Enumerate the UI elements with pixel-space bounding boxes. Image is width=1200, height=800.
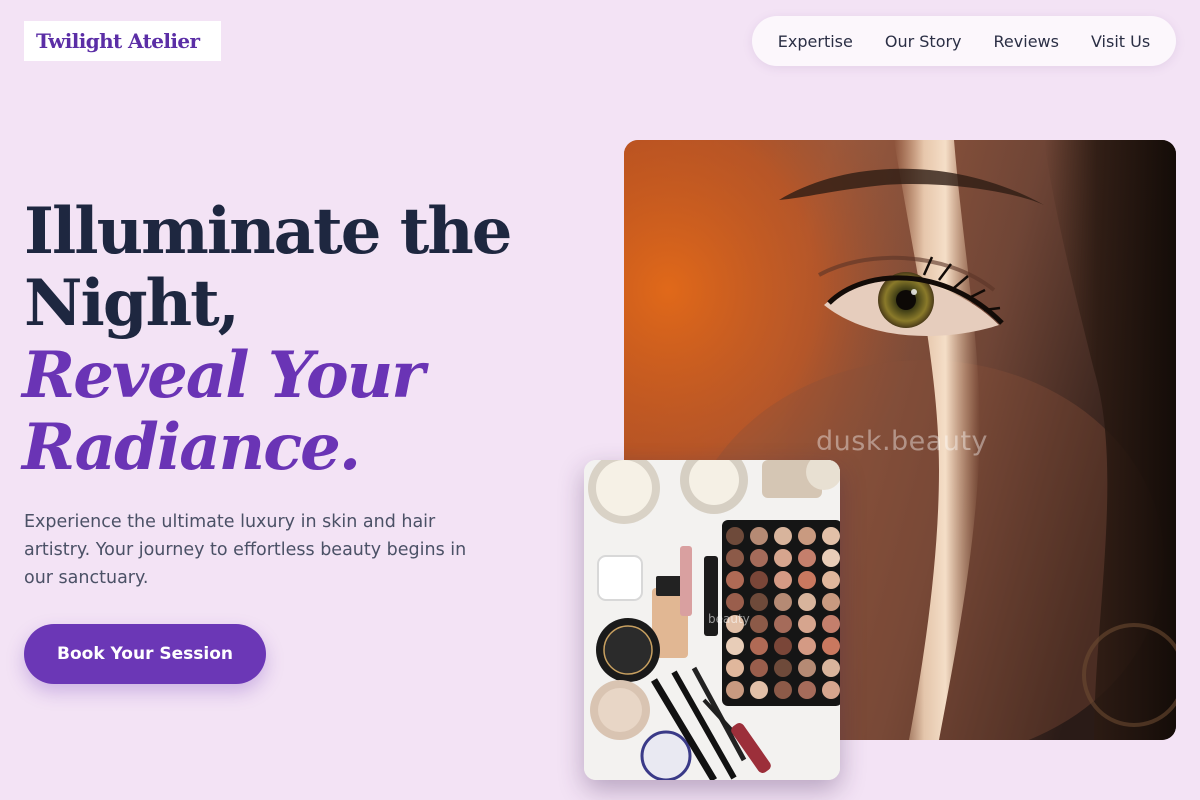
eyeshadow-pan <box>798 659 816 677</box>
brand-logo[interactable]: Twilight Atelier <box>24 21 221 61</box>
eyeshadow-pan <box>822 637 840 655</box>
image-watermark: dusk.beauty <box>816 426 989 457</box>
headline-line-2: Night, <box>24 266 240 341</box>
headline-line-1: Illuminate the <box>24 194 512 269</box>
eyeshadow-pan <box>798 549 816 567</box>
eyeshadow-pan <box>774 571 792 589</box>
eyeshadow-pan <box>822 681 840 699</box>
nav-link-visit-us[interactable]: Visit Us <box>1091 32 1150 51</box>
eyeshadow-pan <box>774 593 792 611</box>
eyeshadow-pan <box>750 593 768 611</box>
eyeshadow-pan <box>798 527 816 545</box>
nav-link-our-story[interactable]: Our Story <box>885 32 962 51</box>
main-nav: Expertise Our Story Reviews Visit Us <box>752 16 1176 66</box>
eyeshadow-pan <box>726 549 744 567</box>
eyeshadow-pan <box>750 637 768 655</box>
eyeshadow-pan <box>726 571 744 589</box>
eyeshadow-pan <box>726 637 744 655</box>
eyeshadow-pan <box>774 681 792 699</box>
eyeshadow-pan <box>822 659 840 677</box>
eyeshadow-pan <box>822 615 840 633</box>
eyeshadow-pan <box>798 637 816 655</box>
eyeshadow-pan <box>798 681 816 699</box>
eyeshadow-pan <box>798 615 816 633</box>
eyeshadow-pan <box>774 659 792 677</box>
headline-accent-line-2: Radiance. <box>22 410 361 485</box>
eyeshadow-pan <box>774 527 792 545</box>
eyeshadow-pan <box>798 593 816 611</box>
eyeshadow-pan <box>750 527 768 545</box>
eyeshadow-pan <box>750 571 768 589</box>
headline-accent-line-1: Reveal Your <box>22 338 425 413</box>
makeup-products-image: beauty <box>584 460 840 780</box>
eyeshadow-pan <box>774 549 792 567</box>
eyeshadow-pan <box>726 681 744 699</box>
hero-subtext: Experience the ultimate luxury in skin a… <box>24 512 467 588</box>
eyeshadow-pan <box>822 527 840 545</box>
image-watermark-small: beauty <box>708 612 750 626</box>
book-session-button[interactable]: Book Your Session <box>24 624 266 684</box>
eyeshadow-pan <box>726 593 744 611</box>
eyeshadow-pan <box>750 681 768 699</box>
eyeshadow-pan <box>774 637 792 655</box>
eyeshadow-pan <box>726 527 744 545</box>
nav-link-reviews[interactable]: Reviews <box>994 32 1059 51</box>
eyeshadow-pan <box>798 571 816 589</box>
eyeshadow-pan <box>822 593 840 611</box>
hero-headline: Illuminate the Night, Reveal Your Radian… <box>22 194 512 485</box>
eyeshadow-pan <box>774 615 792 633</box>
nav-link-expertise[interactable]: Expertise <box>778 32 853 51</box>
eyeshadow-pan <box>726 659 744 677</box>
eyeshadow-pan <box>750 615 768 633</box>
eyeshadow-pan <box>750 659 768 677</box>
eyeshadow-pan <box>822 571 840 589</box>
eyeshadow-pan <box>750 549 768 567</box>
eyeshadow-pan <box>822 549 840 567</box>
